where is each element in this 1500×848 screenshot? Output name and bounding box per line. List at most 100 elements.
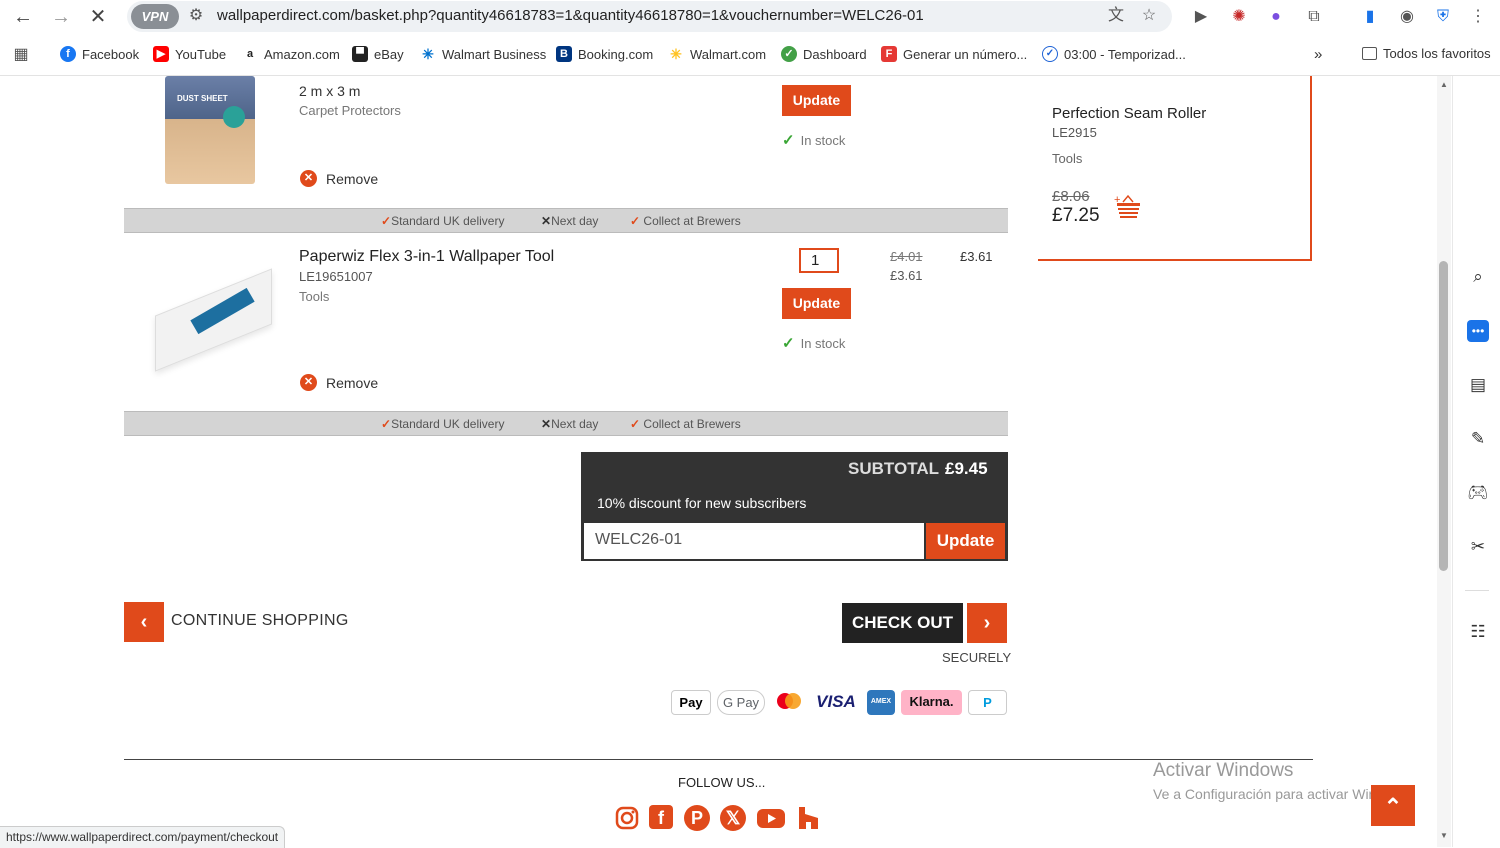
paypal-icon: P <box>983 695 992 710</box>
edit-notes-icon[interactable]: ✎ <box>1467 428 1489 450</box>
recommended-product-sku: LE2915 <box>1052 125 1097 140</box>
bookmark-walmart-business[interactable]: ✳ Walmart Business <box>420 46 546 62</box>
dashboard-icon: ✓ <box>781 46 797 62</box>
instagram-icon[interactable] <box>614 805 640 831</box>
delivery-standard: ✓Standard UK delivery <box>381 417 505 431</box>
windows-activation-title: Activar Windows <box>1153 760 1294 781</box>
subtotal-panel: SUBTOTAL £9.45 10% discount for new subs… <box>581 452 1008 561</box>
youtube-icon[interactable] <box>756 805 786 831</box>
translate-icon[interactable]: 文 <box>1105 5 1127 27</box>
scroll-down-arrow-icon[interactable]: ▼ <box>1440 831 1448 840</box>
add-to-basket-icon[interactable]: + <box>1114 193 1142 219</box>
extension-shield-icon[interactable]: ✺ <box>1228 6 1250 28</box>
url-text[interactable]: wallpaperdirect.com/basket.php?quantity4… <box>217 7 924 24</box>
bookmark-walmart[interactable]: ✳ Walmart.com <box>668 46 766 62</box>
site-settings-icon[interactable]: ⚙ <box>185 5 207 27</box>
menu-icon[interactable]: ⋮ <box>1467 6 1489 28</box>
back-icon[interactable]: ← <box>10 4 36 30</box>
recommended-product-category: Tools <box>1052 151 1083 166</box>
check-icon: ✓ <box>782 335 795 352</box>
bookmark-amazon[interactable]: a Amazon.com <box>242 46 340 62</box>
item2-quantity-input[interactable]: 1 <box>799 248 839 273</box>
item2-update-button[interactable]: Update <box>782 288 851 319</box>
extension-video-icon[interactable]: ▶ <box>1190 6 1212 28</box>
vpn-badge[interactable]: VPN <box>131 4 179 29</box>
apps-grid-icon[interactable]: ▦ <box>10 44 32 66</box>
discount-note: 10% discount for new subscribers <box>597 495 807 511</box>
facebook-icon[interactable]: f <box>649 805 673 829</box>
profile-icon[interactable]: ◉ <box>1396 6 1418 28</box>
dust-sheet-product-image[interactable]: DUST SHEET <box>165 76 255 184</box>
address-bar[interactable]: VPN ⚙ wallpaperdirect.com/basket.php?qua… <box>127 1 1172 32</box>
extension-circle-icon[interactable]: ● <box>1265 6 1287 28</box>
item2-stock-status: ✓ In stock <box>782 334 845 352</box>
bookmark-facebook[interactable]: f Facebook <box>60 46 139 62</box>
chevron-right-icon[interactable]: › <box>967 603 1007 643</box>
item2-sku: LE19651007 <box>299 269 373 284</box>
stop-loading-icon[interactable]: ✕ <box>85 4 111 30</box>
subtotal-value: £9.45 <box>945 459 988 478</box>
customize-panel-icon[interactable]: ☷ <box>1467 621 1489 643</box>
item1-remove-button[interactable]: ✕ Remove <box>300 170 378 187</box>
scrollbar-thumb[interactable] <box>1439 261 1448 571</box>
walmart-icon: ✳ <box>668 46 684 62</box>
voucher-code-input[interactable]: WELC26-01 <box>584 523 924 559</box>
search-page-icon[interactable]: ⌕ <box>1467 266 1489 288</box>
continue-shopping-link[interactable]: CONTINUE SHOPPING <box>171 612 349 630</box>
remove-icon: ✕ <box>300 170 317 187</box>
ebay-icon: ▀ <box>352 46 368 62</box>
pinterest-icon[interactable]: P <box>684 805 710 831</box>
page-scrollbar[interactable]: ▲ ▼ <box>1437 76 1451 847</box>
bookmark-star-icon[interactable]: ☆ <box>1138 5 1160 27</box>
security-shield-icon[interactable]: ⛨ <box>1432 6 1454 28</box>
wallpaper-tool-product-image[interactable] <box>145 268 280 372</box>
panel-divider <box>1465 590 1489 591</box>
item1-delivery-options: ✓Standard UK delivery ✕Next day ✓ Collec… <box>124 208 1008 233</box>
scroll-up-arrow-icon[interactable]: ▲ <box>1440 80 1448 89</box>
more-bookmarks-icon[interactable]: » <box>1314 46 1322 63</box>
tools-icon[interactable]: ✂ <box>1467 536 1489 558</box>
bookmark-booking[interactable]: B Booking.com <box>556 46 653 62</box>
item1-update-button[interactable]: Update <box>782 85 851 116</box>
all-bookmarks[interactable]: Todos los favoritos <box>1362 46 1491 61</box>
games-icon[interactable]: 🎮︎ <box>1467 482 1489 504</box>
timer-icon: ✓ <box>1042 46 1058 62</box>
stock-label: In stock <box>800 336 846 351</box>
houzz-icon[interactable] <box>796 805 822 831</box>
browser-side-panel: ⌕ ••• ▤ ✎ 🎮︎ ✂ ☷ <box>1452 76 1500 847</box>
bookmark-temporizador[interactable]: ✓ 03:00 - Temporizad... <box>1042 46 1186 62</box>
bookmark-ebay[interactable]: ▀ eBay <box>352 46 404 62</box>
voucher-update-button[interactable]: Update <box>926 523 1005 559</box>
bookmark-label: Booking.com <box>578 46 654 62</box>
bookmark-label: YouTube <box>175 46 227 62</box>
chevron-left-icon[interactable]: ‹ <box>124 602 164 642</box>
forward-icon[interactable]: → <box>48 4 74 30</box>
back-to-top-button[interactable]: ⌃ <box>1371 785 1415 826</box>
bookmark-label: Walmart Business <box>442 46 547 62</box>
delivery-next-day-label: Next day <box>551 214 599 228</box>
checkout-button[interactable]: CHECK OUT <box>842 603 963 643</box>
follow-us-label: FOLLOW US... <box>678 775 766 790</box>
extensions-puzzle-icon[interactable]: ⧉ <box>1303 6 1325 28</box>
bookmark-youtube[interactable]: ▶ YouTube <box>153 46 226 62</box>
check-icon: ✓ <box>782 132 795 149</box>
delivery-standard-label: Standard UK delivery <box>391 417 505 431</box>
bookmark-generar[interactable]: F Generar un número... <box>881 46 1027 62</box>
klarna-logo: Klarna. <box>901 690 962 715</box>
reading-list-icon[interactable]: ▤ <box>1467 374 1489 396</box>
bookmark-dashboard[interactable]: ✓ Dashboard <box>781 46 867 62</box>
walmart-icon: ✳ <box>420 46 436 62</box>
sidebar-toggle-icon[interactable]: ▮ <box>1359 6 1381 28</box>
chat-icon[interactable]: ••• <box>1467 320 1489 342</box>
item2-price-current: £3.61 <box>890 268 923 283</box>
x-icon[interactable]: 𝕏 <box>720 805 746 831</box>
item1-size: 2 m x 3 m <box>299 83 361 99</box>
item2-remove-button[interactable]: ✕ Remove <box>300 374 378 391</box>
mastercard-logo <box>771 690 807 715</box>
bookmark-label: Dashboard <box>803 46 867 62</box>
delivery-standard: ✓Standard UK delivery <box>381 214 505 228</box>
recommended-product-name[interactable]: Perfection Seam Roller <box>1052 105 1206 122</box>
status-bar-url: https://www.wallpaperdirect.com/payment/… <box>0 826 286 848</box>
paypal-logo: P <box>968 690 1007 715</box>
item2-name[interactable]: Paperwiz Flex 3-in-1 Wallpaper Tool <box>299 248 554 266</box>
